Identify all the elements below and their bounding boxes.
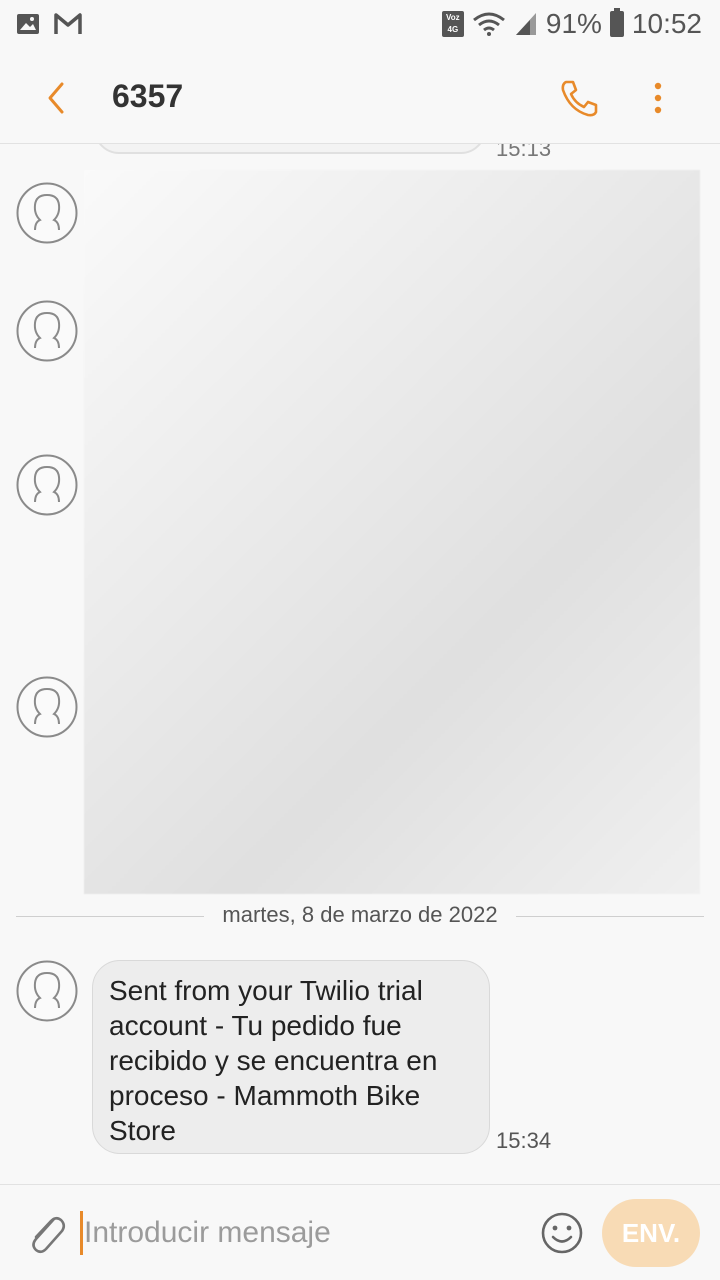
message-time: 15:34: [496, 1128, 552, 1153]
status-bar: Voz 4G 91% 10:52: [0, 0, 720, 52]
message-bubble[interactable]: Sent from your Twilio trial account - Tu…: [92, 960, 490, 1154]
send-button[interactable]: ENV.: [602, 1199, 700, 1267]
phone-icon[interactable]: [558, 76, 602, 120]
message-input[interactable]: [84, 1207, 514, 1259]
gmail-icon: [54, 13, 82, 34]
previous-message-time: 15:13: [496, 144, 552, 161]
emoji-icon[interactable]: [540, 1211, 584, 1255]
avatar-icon[interactable]: [16, 300, 78, 362]
message-text: Sent from your Twilio trial account - Tu…: [109, 975, 438, 1146]
avatar-icon[interactable]: [16, 454, 78, 516]
avatar-icon[interactable]: [16, 676, 78, 738]
battery-icon: [609, 8, 624, 37]
clock: 10:52: [631, 8, 702, 39]
back-icon[interactable]: [40, 78, 74, 118]
more-icon[interactable]: [646, 78, 670, 118]
message-composer: ENV.: [0, 1184, 720, 1280]
volte-icon: Voz 4G: [441, 11, 464, 37]
attach-icon[interactable]: [24, 1207, 68, 1257]
message-list[interactable]: 15:13 martes, 8 de marzo de 2022 Sent fr…: [0, 144, 720, 1184]
wifi-icon: [472, 12, 505, 36]
gallery-icon: [17, 14, 39, 34]
text-cursor: [80, 1211, 83, 1255]
previous-message-bubble[interactable]: [94, 144, 486, 154]
battery-percent: 91%: [545, 8, 602, 39]
date-divider: martes, 8 de marzo de 2022: [16, 902, 704, 932]
avatar-icon[interactable]: [16, 960, 78, 1022]
date-divider-label: martes, 8 de marzo de 2022: [204, 902, 516, 927]
contact-title: 6357: [112, 78, 184, 114]
conversation-header: 6357: [0, 52, 720, 144]
redacted-messages: [84, 170, 700, 894]
avatar-icon[interactable]: [16, 182, 78, 244]
signal-icon: [515, 13, 536, 35]
